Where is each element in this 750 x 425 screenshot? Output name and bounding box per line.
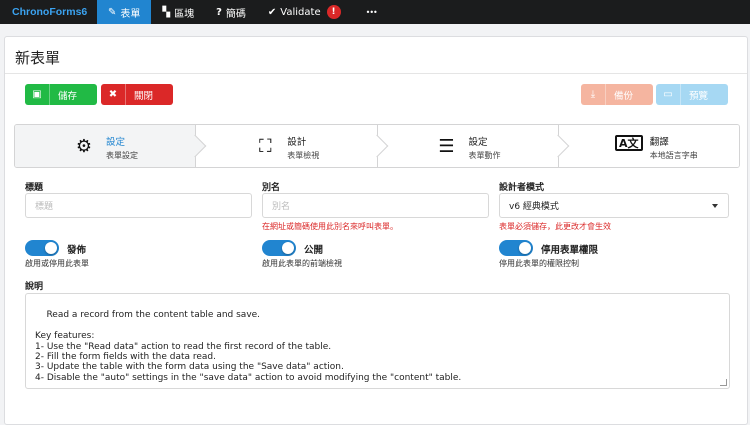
nav-blocks-label: 區塊 [174, 8, 195, 20]
alias-input[interactable]: 別名 [262, 193, 489, 218]
copy-button[interactable]: ⤓ 備份 [581, 84, 653, 105]
copy-button-label: 備份 [613, 90, 633, 102]
description-label: 說明 [25, 282, 44, 292]
publish-hint: 啟用或停用此表單 [25, 259, 89, 268]
alias-hint: 在網址或簡碼使用此別名來呼叫表單。 [262, 222, 398, 231]
preview-button[interactable]: ▭ 預覽 [656, 84, 728, 105]
edit-icon: ✎ [108, 6, 117, 18]
nav-validate[interactable]: ✔ Validate ! [257, 0, 352, 24]
publish-toggle[interactable] [25, 240, 59, 256]
floppy-icon: ▣ [32, 89, 42, 100]
object-group-icon: ⛶ [258, 135, 272, 157]
title-label: 標題 [25, 183, 44, 193]
public-toggle[interactable] [262, 240, 296, 256]
step-title: 設定 [468, 137, 488, 148]
resize-handle[interactable] [720, 379, 727, 386]
close-button-label: 關閉 [133, 90, 153, 102]
nav-shortcodes[interactable]: ? 簡碼 [205, 0, 257, 24]
nav-forms[interactable]: ✎ 表單 [97, 0, 152, 24]
nav-more[interactable]: ••• [352, 0, 391, 24]
wizard-steps: ⚙ 設定 表單設定 ⛶ 設計 表單檢視 ☰ 設定 表單動作 A文 翻譯 本地語言… [14, 124, 740, 168]
tasks-icon: ☰ [438, 135, 455, 157]
more-icon: ••• [365, 7, 378, 17]
description-textarea[interactable]: Read a record from the content table and… [25, 293, 730, 389]
designer-mode-label: 設計者模式 [499, 183, 545, 193]
page-title: 新表單 [15, 49, 61, 67]
publish-label: 發佈 [67, 245, 87, 256]
permissions-hint: 停用此表單的權限控制 [499, 259, 579, 268]
top-navbar: ChronoForms6 ✎ 表單 ▚ 區塊 ? 簡碼 ✔ Validate !… [0, 0, 750, 24]
permissions-toggle[interactable] [499, 240, 533, 256]
title-divider [5, 73, 747, 74]
nav-forms-label: 表單 [120, 8, 141, 20]
step-title: 翻譯 [649, 137, 669, 148]
save-button[interactable]: ▣ 儲存 [25, 84, 97, 105]
language-icon: A文 [614, 135, 643, 151]
save-button-label: 儲存 [57, 90, 77, 102]
sitemap-icon: ▚ [162, 6, 171, 18]
step-title: 設計 [287, 137, 307, 148]
step-desc: 表單動作 [468, 151, 501, 160]
step-settings[interactable]: ⚙ 設定 表單設定 [15, 125, 207, 167]
description-text: Read a record from the content table and… [35, 310, 462, 383]
permissions-label: 停用表單權限 [541, 245, 599, 256]
cogs-icon: ⚙ [75, 135, 93, 157]
check-icon: ✔ [267, 6, 277, 18]
public-hint: 啟用此表單的前端檢視 [262, 259, 342, 268]
step-actions[interactable]: ☰ 設定 表單動作 [377, 125, 570, 167]
close-button[interactable]: ✖ 關閉 [101, 84, 173, 105]
designer-mode-value: v6 經典模式 [509, 202, 559, 212]
step-title: 設定 [106, 137, 126, 148]
download-icon: ⤓ [590, 89, 596, 100]
validate-alert-badge: ! [326, 5, 341, 19]
alias-label: 別名 [262, 183, 281, 193]
step-desc: 表單設定 [106, 151, 138, 160]
designer-mode-select[interactable]: v6 經典模式 [499, 193, 729, 218]
nav-shortcodes-label: 簡碼 [225, 8, 246, 20]
title-input[interactable]: 標題 [25, 193, 252, 218]
step-design[interactable]: ⛶ 設計 表單檢視 [196, 125, 388, 167]
close-icon: ✖ [108, 89, 118, 100]
step-desc: 本地語言字串 [649, 151, 698, 160]
question-icon: ? [216, 6, 222, 18]
step-translations[interactable]: A文 翻譯 本地語言字串 [558, 125, 739, 167]
desktop-icon: ▭ [663, 89, 673, 100]
nav-blocks[interactable]: ▚ 區塊 [151, 0, 205, 24]
step-desc: 表單檢視 [287, 151, 320, 160]
nav-validate-label: Validate [280, 6, 321, 18]
preview-button-label: 預覽 [688, 90, 708, 102]
form-editor-card: 新表單 ▣ 儲存 ✖ 關閉 ⤓ 備份 ▭ 預覽 ⚙ 設定 表單設定 ⛶ 設計 表… [4, 36, 748, 425]
brand-logo[interactable]: ChronoForms6 [0, 0, 97, 24]
public-label: 公開 [304, 245, 324, 256]
designer-mode-hint: 表單必須儲存，此更改才會生效 [499, 222, 611, 231]
caret-down-icon [712, 204, 718, 208]
